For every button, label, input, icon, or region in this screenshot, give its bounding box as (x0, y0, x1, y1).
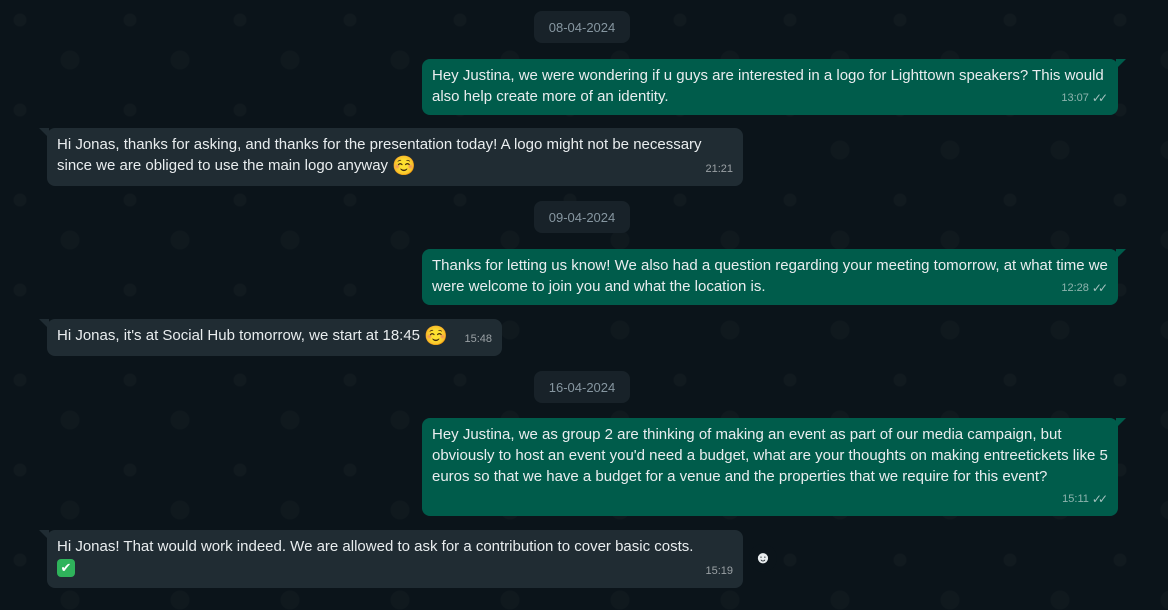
message-incoming[interactable]: Hi Jonas, thanks for asking, and thanks … (39, 128, 743, 186)
message-time: 15:11 (1062, 493, 1089, 505)
message-meta: 13:07 ✓✓ (1061, 88, 1108, 109)
message-text: Hey Justina, we were wondering if u guys… (432, 67, 1104, 105)
message-text-body: Hi Jonas! That would work indeed. We are… (57, 538, 694, 555)
message-outgoing[interactable]: Hey Justina, we as group 2 are thinking … (422, 418, 1126, 516)
message-text: Hey Justina, we as group 2 are thinking … (432, 426, 1108, 485)
chat-messages: 08-04-2024 Hey Justina, we were wonderin… (0, 0, 1168, 610)
message-meta: 15:48 (464, 329, 492, 350)
message-incoming[interactable]: Hi Jonas, it's at Social Hub tomorrow, w… (39, 319, 502, 356)
message-time: 21:21 (705, 163, 733, 175)
date-divider: 08-04-2024 (534, 11, 630, 43)
emoji-smiley-icon[interactable]: ☻ (749, 544, 777, 572)
message-meta: 15:11 ✓✓ (1062, 489, 1108, 510)
message-text: Hi Jonas, it's at Social Hub tomorrow, w… (57, 325, 448, 347)
message-time: 12:28 (1061, 282, 1089, 294)
message-meta: 21:21 (705, 159, 733, 180)
double-check-icon: ✓✓ (1091, 91, 1108, 105)
double-check-icon: ✓✓ (1091, 281, 1108, 295)
date-divider: 16-04-2024 (534, 371, 630, 403)
message-text: Thanks for letting us know! We also had … (432, 257, 1108, 295)
double-check-icon: ✓✓ (1091, 492, 1108, 506)
message-text-body: Hi Jonas, it's at Social Hub tomorrow, w… (57, 327, 421, 344)
message-time: 15:48 (464, 333, 492, 345)
message-outgoing[interactable]: Thanks for letting us know! We also had … (422, 249, 1126, 305)
message-meta: 15:19 (705, 561, 733, 582)
message-text-body: Hi Jonas, thanks for asking, and thanks … (57, 136, 702, 174)
message-time: 15:19 (705, 565, 733, 577)
message-meta: 12:28 ✓✓ (1061, 278, 1108, 299)
smiling-face-emoji: ☺️ (424, 326, 448, 347)
date-divider: 09-04-2024 (534, 201, 630, 233)
message-incoming[interactable]: Hi Jonas! That would work indeed. We are… (39, 530, 743, 588)
message-time: 13:07 (1061, 92, 1089, 104)
check-mark-emoji: ✔ (57, 559, 75, 577)
message-text: Hi Jonas! That would work indeed. We are… (57, 536, 733, 578)
smiling-face-emoji: ☺️ (392, 156, 416, 177)
message-outgoing[interactable]: Hey Justina, we were wondering if u guys… (422, 59, 1126, 115)
message-text: Hi Jonas, thanks for asking, and thanks … (57, 134, 733, 177)
